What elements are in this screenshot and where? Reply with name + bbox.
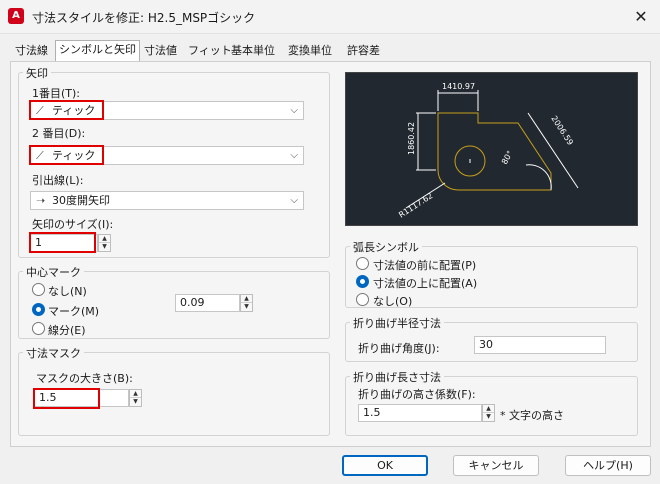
linear-jog-title: 折り曲げ長さ寸法 bbox=[350, 369, 444, 385]
red-highlight-box bbox=[29, 145, 104, 165]
autocad-app-icon: A bbox=[8, 8, 24, 24]
preview-dim-angle: 80° bbox=[500, 149, 515, 166]
close-button[interactable]: ✕ bbox=[628, 4, 654, 30]
tab-dimension-lines[interactable]: 寸法線 bbox=[12, 42, 51, 62]
ok-button[interactable]: OK bbox=[342, 455, 428, 476]
arc-length-symbol-title: 弧長シンボル bbox=[350, 239, 422, 255]
mask-size-spinner[interactable]: ▲ ▼ bbox=[129, 389, 142, 407]
center-line-radio[interactable] bbox=[32, 322, 45, 335]
chevron-down-icon: ⌵ bbox=[290, 105, 298, 116]
center-mark-size-spinner[interactable]: ▲ ▼ bbox=[240, 294, 253, 312]
preview-dim-radius: R1117.62 bbox=[397, 191, 434, 220]
red-highlight-box bbox=[33, 388, 100, 409]
center-line-label: 線分(E) bbox=[48, 324, 86, 337]
arc-none-radio[interactable] bbox=[356, 293, 369, 306]
title-bar: A 寸法スタイルを修正: H2.5_MSPゴシック ✕ bbox=[0, 0, 660, 34]
dimension-mask-group-title: 寸法マスク bbox=[23, 345, 84, 361]
jog-height-factor-label: 折り曲げの高さ係数(F): bbox=[358, 388, 476, 401]
arc-none-label: なし(O) bbox=[373, 295, 413, 308]
arc-preceding-label: 寸法値の前に配置(P) bbox=[373, 259, 477, 272]
chevron-down-icon: ⌵ bbox=[290, 150, 298, 161]
preview-angle-arc bbox=[525, 164, 552, 191]
cancel-button[interactable]: キャンセル bbox=[453, 455, 539, 476]
tab-tolerances[interactable]: 許容差 bbox=[344, 42, 383, 62]
center-marks-group-title: 中心マーク bbox=[23, 264, 84, 280]
arc-preceding-radio[interactable] bbox=[356, 257, 369, 270]
leader-label: 引出線(L): bbox=[32, 174, 84, 187]
red-highlight-box bbox=[29, 100, 104, 120]
radius-jog-title: 折り曲げ半径寸法 bbox=[350, 315, 444, 331]
jog-height-factor-spinner[interactable]: ▲ ▼ bbox=[482, 404, 495, 422]
tab-primary-units[interactable]: 基本単位 bbox=[228, 42, 278, 62]
tab-text[interactable]: 寸法値 bbox=[141, 42, 180, 62]
window-title: 寸法スタイルを修正: H2.5_MSPゴシック bbox=[32, 11, 256, 25]
preview-drawing: 1410.97 1860.42 2006.59 80° R1117.62 bbox=[397, 82, 579, 220]
dimension-preview: 1410.97 1860.42 2006.59 80° R1117.62 bbox=[345, 72, 638, 226]
center-mark-radio[interactable] bbox=[32, 303, 45, 316]
red-highlight-box bbox=[29, 232, 96, 253]
preview-dim-diagonal: 2006.59 bbox=[549, 114, 575, 147]
leader-arrow-value: 30度開矢印 bbox=[52, 194, 110, 207]
tab-alternate-units[interactable]: 変換単位 bbox=[285, 42, 335, 62]
preview-part-outline bbox=[437, 112, 552, 191]
preview-dim-left: 1860.42 bbox=[407, 122, 416, 155]
arrow-size-spinner[interactable]: ▲ ▼ bbox=[98, 234, 111, 252]
leader-arrow-dropdown[interactable]: ➝ 30度開矢印 ⌵ bbox=[30, 191, 304, 210]
arc-above-radio[interactable] bbox=[356, 275, 369, 288]
mask-size-label: マスクの大きさ(B): bbox=[36, 372, 133, 385]
tab-symbols-arrows[interactable]: シンボルと矢印 bbox=[55, 40, 140, 62]
second-arrow-label: 2 番目(D): bbox=[32, 127, 86, 140]
center-mark-size-input[interactable]: 0.09 bbox=[175, 294, 240, 312]
arrowheads-group-title: 矢印 bbox=[23, 65, 51, 81]
first-arrow-label: 1番目(T): bbox=[32, 87, 81, 100]
arc-above-label: 寸法値の上に配置(A) bbox=[373, 277, 478, 290]
center-mark-label: マーク(M) bbox=[48, 305, 100, 318]
preview-dim-top: 1410.97 bbox=[442, 82, 475, 91]
arrow-size-label: 矢印のサイズ(I): bbox=[32, 218, 114, 231]
center-none-label: なし(N) bbox=[48, 285, 87, 298]
open-arrow-icon: ➝ bbox=[36, 194, 46, 207]
center-none-radio[interactable] bbox=[32, 283, 45, 296]
text-height-suffix: * 文字の高さ bbox=[500, 409, 564, 422]
jog-height-factor-input[interactable]: 1.5 bbox=[358, 404, 482, 422]
chevron-down-icon: ⌵ bbox=[290, 195, 298, 206]
jog-angle-input[interactable]: 30 bbox=[474, 336, 606, 354]
jog-angle-label: 折り曲げ角度(J): bbox=[358, 342, 440, 355]
help-button[interactable]: ヘルプ(H) bbox=[565, 455, 651, 476]
